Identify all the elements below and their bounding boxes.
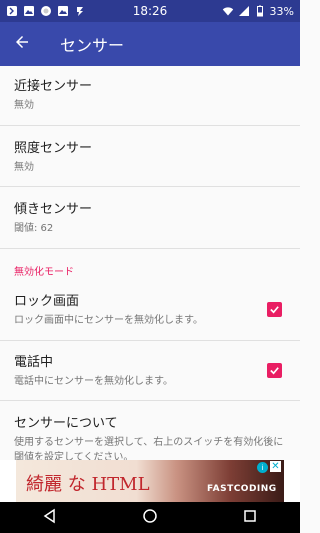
status-bar-system: 33% — [184, 5, 294, 18]
signal-icon — [238, 5, 250, 17]
nav-home-button[interactable] — [130, 502, 170, 533]
pref-tilt-sensor[interactable]: 傾きセンサー 閾値: 62 — [0, 201, 300, 236]
status-bar-notifications — [6, 5, 116, 17]
square-recents-icon — [242, 508, 258, 528]
circle-home-icon — [142, 508, 158, 528]
call-checkbox[interactable] — [267, 363, 282, 378]
ad-banner[interactable]: 綺麗 な HTML FASTCODING i ✕ — [16, 460, 284, 502]
check-icon — [269, 300, 280, 319]
divider — [0, 248, 300, 249]
wifi-icon — [222, 5, 234, 17]
image-icon — [57, 5, 69, 17]
pref-title: 照度センサー — [14, 141, 93, 156]
pref-call[interactable]: 電話中 電話中にセンサーを無効化します。 — [0, 354, 300, 389]
ad-area: 綺麗 な HTML FASTCODING i ✕ — [0, 460, 300, 502]
app-bar: センサー — [0, 22, 300, 66]
page-title: センサー — [60, 36, 125, 55]
ad-headline: 綺麗 な HTML — [26, 474, 150, 495]
lock-screen-checkbox[interactable] — [267, 302, 282, 317]
battery-icon — [254, 5, 266, 17]
check-icon — [269, 361, 280, 380]
pref-summary: 無効 — [14, 162, 34, 173]
preference-list: 近接センサー 無効 照度センサー 無効 傾きセンサー 閾値: 62 無効化モード… — [0, 66, 300, 460]
divider — [0, 186, 300, 187]
pref-summary: 電話中にセンサーを無効化します。 — [14, 376, 173, 387]
pref-summary: 使用するセンサーを選択して、右上のスイッチを有効化後に閾値を設定してください。 — [14, 437, 284, 460]
arrow-back-icon — [13, 33, 31, 55]
pref-title: 電話中 — [14, 355, 54, 370]
divider — [0, 400, 300, 401]
circle-icon — [40, 5, 52, 17]
pref-summary: ロック画面中にセンサーを無効化します。 — [14, 315, 203, 326]
pref-summary: 閾値: 62 — [14, 223, 54, 234]
pref-proximity-sensor[interactable]: 近接センサー 無効 — [0, 78, 300, 113]
pref-title: ロック画面 — [14, 294, 80, 309]
triangle-back-icon — [42, 508, 58, 528]
back-button[interactable] — [0, 22, 44, 66]
ad-close-icon[interactable]: ✕ — [270, 461, 281, 472]
pref-title: 傾きセンサー — [14, 202, 93, 217]
pref-lock-screen[interactable]: ロック画面 ロック画面中にセンサーを無効化します。 — [0, 293, 300, 328]
pref-title: 近接センサー — [14, 79, 93, 94]
pref-summary: 無効 — [14, 100, 34, 111]
ad-info-icon[interactable]: i — [257, 462, 268, 473]
ad-brand: FASTCODING — [207, 484, 277, 494]
divider — [0, 125, 300, 126]
nav-recents-button[interactable] — [230, 502, 270, 533]
pref-about-sensors[interactable]: センサーについて 使用するセンサーを選択して、右上のスイッチを有効化後に閾値を設… — [0, 415, 300, 460]
notification-icon — [6, 5, 18, 17]
status-bar-time: 18:26 — [132, 4, 168, 18]
navigation-bar — [0, 502, 300, 533]
nav-back-button[interactable] — [30, 502, 70, 533]
battery-percent: 33% — [269, 4, 294, 18]
divider — [0, 340, 300, 341]
status-bar: 18:26 33% — [0, 0, 300, 22]
image-icon — [23, 5, 35, 17]
lightning-icon — [74, 5, 86, 17]
pref-light-sensor[interactable]: 照度センサー 無効 — [0, 140, 300, 175]
category-header: 無効化モード — [14, 267, 74, 278]
pref-title: センサーについて — [14, 416, 118, 431]
